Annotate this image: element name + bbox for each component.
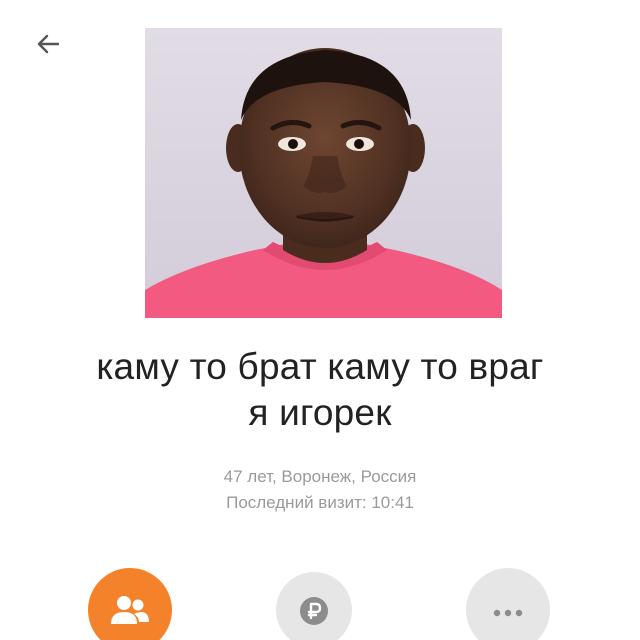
action-bar [0, 560, 640, 640]
profile-info: 47 лет, Воронеж, Россия Последний визит:… [0, 464, 640, 516]
more-button[interactable] [466, 568, 550, 640]
send-money-button[interactable] [276, 572, 352, 640]
more-dots-icon [493, 604, 523, 622]
profile-details: 47 лет, Воронеж, Россия [223, 467, 417, 486]
profile-name: каму то брат каму то враг я игорек [0, 344, 640, 436]
profile-photo[interactable] [145, 28, 502, 318]
ruble-icon [299, 596, 329, 631]
arrow-left-icon [34, 30, 62, 63]
profile-name-line1: каму то брат каму то враг [96, 346, 544, 387]
back-button[interactable] [26, 24, 70, 68]
profile-name-line2: я игорек [248, 392, 392, 433]
add-friend-button[interactable] [88, 568, 172, 640]
friends-icon [110, 594, 150, 631]
last-visit: Последний визит: 10:41 [226, 493, 414, 512]
profile-screen: каму то брат каму то враг я игорек 47 ле… [0, 0, 640, 640]
